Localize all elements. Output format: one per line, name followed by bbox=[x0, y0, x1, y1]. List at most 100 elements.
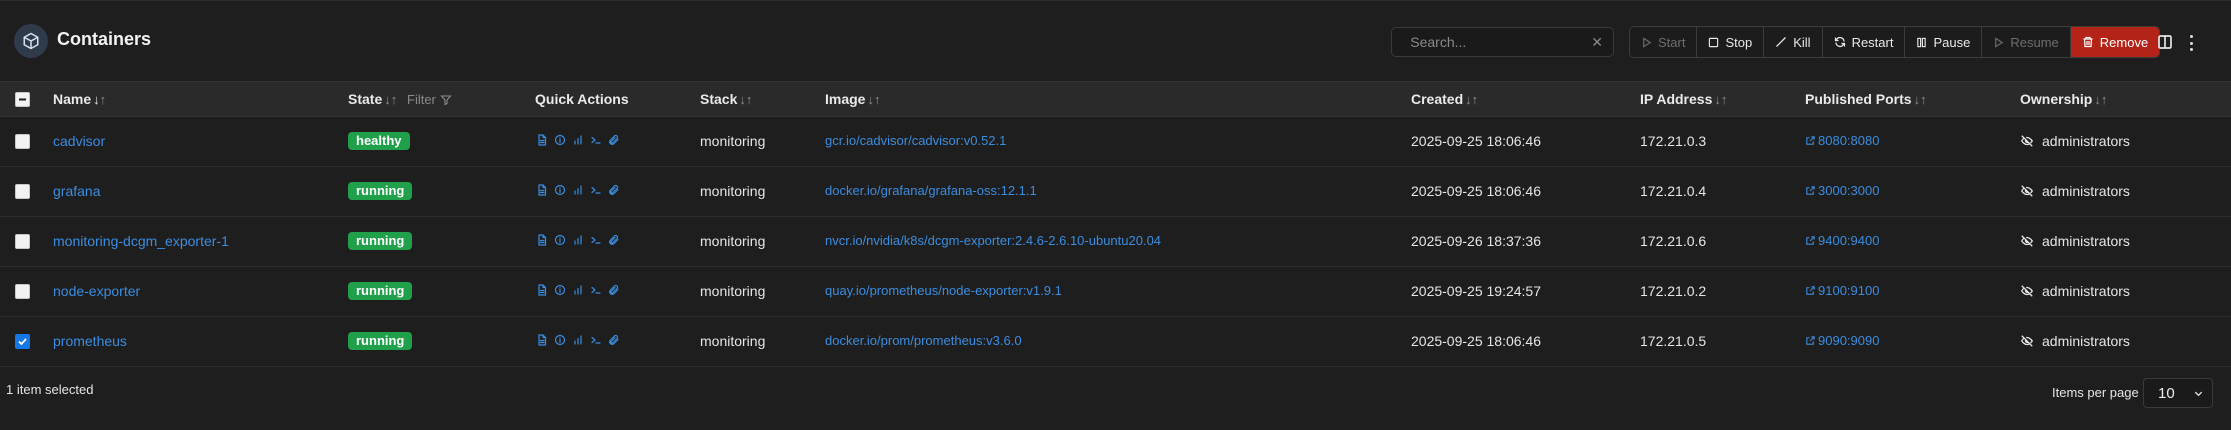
stats-icon[interactable] bbox=[572, 334, 584, 346]
row-checkbox[interactable] bbox=[15, 234, 30, 249]
image-link[interactable]: docker.io/prom/prometheus:v3.6.0 bbox=[825, 333, 1022, 348]
items-per-page-label: Items per page bbox=[2052, 385, 2139, 400]
file-icon[interactable] bbox=[536, 334, 548, 346]
row-checkbox[interactable] bbox=[15, 134, 30, 149]
resume-button[interactable]: Resume bbox=[1982, 27, 2071, 57]
console-icon[interactable] bbox=[590, 134, 602, 146]
items-per-page-select[interactable]: 10 bbox=[2143, 378, 2213, 408]
filter-icon bbox=[440, 94, 452, 105]
ownership: administrators bbox=[2020, 233, 2130, 249]
remove-button[interactable]: Remove bbox=[2070, 27, 2160, 57]
eye-off-icon bbox=[2021, 285, 2034, 297]
column-stack[interactable]: Stack ↓↑ bbox=[700, 91, 752, 107]
select-all-checkbox[interactable] bbox=[15, 92, 30, 107]
created-date: 2025-09-25 18:06:46 bbox=[1411, 183, 1541, 199]
state-filter-label: Filter bbox=[407, 92, 436, 107]
container-name-link[interactable]: cadvisor bbox=[53, 133, 105, 149]
info-icon[interactable] bbox=[554, 134, 566, 146]
more-options-icon[interactable] bbox=[2186, 33, 2196, 53]
column-image[interactable]: Image ↓↑ bbox=[825, 91, 880, 107]
created-date: 2025-09-26 18:37:36 bbox=[1411, 233, 1541, 249]
file-icon[interactable] bbox=[536, 234, 548, 246]
column-ownership[interactable]: Ownership ↓↑ bbox=[2020, 91, 2107, 107]
column-ip-address[interactable]: IP Address ↓↑ bbox=[1640, 91, 1727, 107]
info-icon[interactable] bbox=[554, 234, 566, 246]
published-port-link[interactable]: 3000:3000 bbox=[1805, 183, 1879, 198]
external-link-icon bbox=[1806, 336, 1815, 345]
column-created[interactable]: Created ↓↑ bbox=[1411, 91, 1478, 107]
attach-icon[interactable] bbox=[608, 284, 620, 296]
external-link-icon bbox=[1806, 286, 1815, 295]
ip-address: 172.21.0.5 bbox=[1640, 333, 1707, 349]
row-checkbox[interactable] bbox=[15, 334, 30, 349]
published-port-link[interactable]: 9090:9090 bbox=[1805, 333, 1879, 348]
column-state[interactable]: State ↓↑ bbox=[348, 91, 397, 107]
slash-icon bbox=[1776, 37, 1787, 47]
restart-button[interactable]: Restart bbox=[1822, 27, 1906, 57]
port-label: 9100:9100 bbox=[1818, 283, 1880, 298]
container-name-link[interactable]: node-exporter bbox=[53, 283, 140, 299]
column-name[interactable]: Name ↓↑ bbox=[53, 91, 106, 107]
console-icon[interactable] bbox=[590, 334, 602, 346]
container-name-link[interactable]: grafana bbox=[53, 183, 100, 199]
info-icon[interactable] bbox=[554, 184, 566, 196]
console-icon[interactable] bbox=[590, 184, 602, 196]
quick-actions bbox=[536, 334, 620, 346]
published-port-link[interactable]: 9400:9400 bbox=[1805, 233, 1879, 248]
stop-button[interactable]: Stop bbox=[1697, 27, 1765, 57]
image-link[interactable]: quay.io/prometheus/node-exporter:v1.9.1 bbox=[825, 283, 1062, 298]
table-row: node-exporter running monitoring quay.io/pr… bbox=[0, 267, 2231, 317]
search-box[interactable]: ✕ bbox=[1391, 27, 1614, 57]
ownership-label: administrators bbox=[2042, 333, 2130, 349]
ip-address: 172.21.0.3 bbox=[1640, 133, 1707, 149]
remove-label: Remove bbox=[2099, 34, 2149, 50]
published-port-link[interactable]: 8080:8080 bbox=[1805, 133, 1879, 148]
items-per-page-value: 10 bbox=[2158, 384, 2175, 402]
console-icon[interactable] bbox=[590, 234, 602, 246]
attach-icon[interactable] bbox=[608, 234, 620, 246]
stats-icon[interactable] bbox=[572, 134, 584, 146]
container-actions-toolbar: Start Stop Kill Restart Pause Resume Rem… bbox=[1629, 26, 2161, 58]
console-icon[interactable] bbox=[590, 284, 602, 296]
file-icon[interactable] bbox=[536, 284, 548, 296]
columns-toggle-icon[interactable] bbox=[2157, 34, 2173, 54]
ip-address: 172.21.0.6 bbox=[1640, 233, 1707, 249]
row-checkbox[interactable] bbox=[15, 284, 30, 299]
stats-icon[interactable] bbox=[572, 184, 584, 196]
stats-icon[interactable] bbox=[572, 234, 584, 246]
pause-button[interactable]: Pause bbox=[1905, 27, 1983, 57]
column-stack-label: Stack bbox=[700, 91, 738, 107]
stats-icon[interactable] bbox=[572, 284, 584, 296]
status-badge: running bbox=[348, 282, 413, 300]
ownership-label: administrators bbox=[2042, 233, 2130, 249]
info-icon[interactable] bbox=[554, 334, 566, 346]
port-label: 3000:3000 bbox=[1818, 183, 1880, 198]
search-input[interactable] bbox=[1410, 34, 1592, 50]
table-row: prometheus running monitoring docker.io/pro… bbox=[0, 317, 2231, 367]
file-icon[interactable] bbox=[536, 134, 548, 146]
container-name-link[interactable]: prometheus bbox=[53, 333, 127, 349]
attach-icon[interactable] bbox=[608, 334, 620, 346]
ownership-label: administrators bbox=[2042, 183, 2130, 199]
column-published-ports[interactable]: Published Ports ↓↑ bbox=[1805, 91, 1927, 107]
container-name-link[interactable]: monitoring-dcgm_exporter-1 bbox=[53, 233, 229, 249]
attach-icon[interactable] bbox=[608, 184, 620, 196]
info-icon[interactable] bbox=[554, 284, 566, 296]
file-icon[interactable] bbox=[536, 184, 548, 196]
row-checkbox[interactable] bbox=[15, 184, 30, 199]
ownership: administrators bbox=[2020, 133, 2130, 149]
published-port-link[interactable]: 9100:9100 bbox=[1805, 283, 1879, 298]
image-link[interactable]: docker.io/grafana/grafana-oss:12.1.1 bbox=[825, 183, 1037, 198]
column-created-label: Created bbox=[1411, 91, 1464, 107]
image-link[interactable]: nvcr.io/nvidia/k8s/dcgm-exporter:2.4.6-2… bbox=[825, 233, 1161, 248]
chevron-down-icon bbox=[2194, 391, 2203, 396]
state-filter[interactable]: Filter bbox=[407, 92, 452, 107]
start-button[interactable]: Start bbox=[1630, 27, 1698, 57]
attach-icon[interactable] bbox=[608, 134, 620, 146]
table-row: cadvisor healthy monitoring gcr.io/cadvisor… bbox=[0, 117, 2231, 167]
kill-button[interactable]: Kill bbox=[1764, 27, 1823, 57]
page-title: Containers bbox=[57, 29, 152, 49]
ownership: administrators bbox=[2020, 333, 2130, 349]
image-link[interactable]: gcr.io/cadvisor/cadvisor:v0.52.1 bbox=[825, 133, 1006, 148]
clear-search-icon[interactable]: ✕ bbox=[1591, 34, 1603, 51]
